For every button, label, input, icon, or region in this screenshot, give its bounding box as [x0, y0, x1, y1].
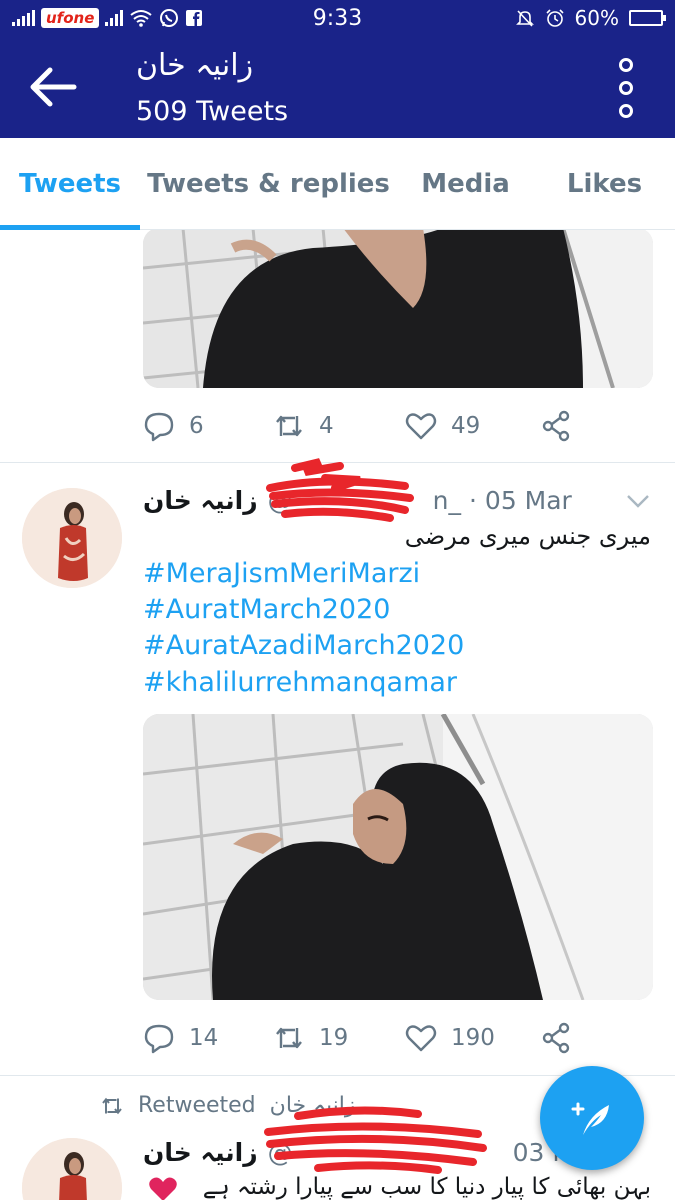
reply-icon	[144, 1024, 174, 1054]
tweet-text: بہن بھائی کا پیار دنیا کا سب سے پیارا رش…	[202, 1174, 651, 1200]
tab-media[interactable]: Media	[397, 138, 534, 229]
hashtag-link[interactable]: #AuratAzadiMarch2020	[143, 630, 464, 661]
heart-icon	[405, 413, 437, 440]
tweet-text: میری جنس میری مرضی	[404, 522, 651, 550]
hashtag-link[interactable]: #MeraJismMeriMarzi	[143, 558, 420, 589]
tab-tweets[interactable]: Tweets	[0, 138, 140, 230]
retweet-count: 4	[319, 413, 334, 439]
reply-button[interactable]: 14	[143, 1022, 273, 1054]
battery-percent: 60%	[574, 6, 619, 30]
heart-icon	[405, 1025, 437, 1052]
tweet-actions: 6 4 49	[143, 406, 603, 446]
like-button[interactable]: 49	[405, 410, 540, 442]
tweet-photo[interactable]	[143, 714, 653, 1000]
tweet-author-handle-suffix: n_	[432, 485, 462, 515]
tweet-timestamp: · 05 Mar	[469, 485, 572, 515]
avatar[interactable]	[22, 488, 122, 588]
whatsapp-icon	[160, 9, 179, 27]
retweet-small-icon	[102, 1097, 122, 1114]
tweet-count: 509 Tweets	[136, 96, 289, 127]
hashtag-link[interactable]: #AuratMarch2020	[143, 594, 390, 625]
chevron-down-icon[interactable]	[625, 488, 651, 514]
share-button[interactable]	[540, 410, 572, 442]
red-heart-emoji-icon	[149, 1177, 177, 1200]
retweet-button[interactable]: 4	[273, 410, 405, 442]
carrier-label: ufone	[41, 8, 100, 28]
like-count: 49	[451, 413, 481, 439]
retweeted-label: Retweeted	[138, 1093, 256, 1118]
back-arrow-icon[interactable]	[28, 64, 78, 110]
retweet-icon	[276, 1027, 302, 1049]
share-icon	[542, 410, 570, 442]
tweet-author-name[interactable]: زانیہ خان	[143, 1138, 258, 1167]
share-button[interactable]	[540, 1022, 572, 1054]
share-icon	[542, 1022, 570, 1054]
compose-tweet-button[interactable]	[540, 1066, 644, 1170]
tweet-author-name[interactable]: زانیہ خان	[143, 486, 258, 515]
tab-likes[interactable]: Likes	[534, 138, 675, 229]
redaction-scribble	[264, 1106, 487, 1174]
facebook-icon	[186, 10, 203, 26]
photo-image	[143, 230, 653, 388]
signal-icon-2	[105, 10, 124, 26]
tweet-actions: 14 19 190	[143, 1018, 603, 1058]
photo-image	[143, 714, 653, 1000]
retweet-icon	[276, 415, 302, 437]
retweet-button[interactable]: 19	[273, 1022, 405, 1054]
mute-icon	[515, 10, 534, 27]
tweet-photo[interactable]	[143, 230, 653, 388]
tweet-feed[interactable]: 6 4 49 زانیہ خان @ n_ · 05 Mar میری جنس …	[0, 230, 675, 1200]
tab-tweets-and-replies[interactable]: Tweets & replies	[140, 138, 397, 229]
like-count: 190	[451, 1025, 495, 1051]
reply-count: 14	[189, 1025, 219, 1051]
app-bar: زانیہ خان 509 Tweets	[0, 36, 675, 138]
redaction-scribble	[266, 458, 414, 522]
wifi-icon	[130, 10, 152, 27]
signal-icon	[12, 10, 35, 26]
overflow-menu-icon[interactable]	[611, 58, 641, 118]
reply-count: 6	[189, 413, 204, 439]
profile-name: زانیہ خان	[136, 48, 254, 83]
like-button[interactable]: 190	[405, 1022, 540, 1054]
retweet-count: 19	[319, 1025, 349, 1051]
avatar-image	[22, 488, 122, 588]
hashtag-link[interactable]: #khalilurrehmanqamar	[143, 667, 457, 698]
reply-button[interactable]: 6	[143, 410, 273, 442]
compose-feather-icon	[571, 1102, 609, 1135]
alarm-icon	[545, 9, 564, 27]
battery-icon	[629, 10, 666, 26]
status-bar: ufone 9:33 60%	[0, 0, 675, 36]
reply-icon	[144, 412, 174, 442]
profile-tabs: Tweets Tweets & replies Media Likes	[0, 138, 675, 230]
